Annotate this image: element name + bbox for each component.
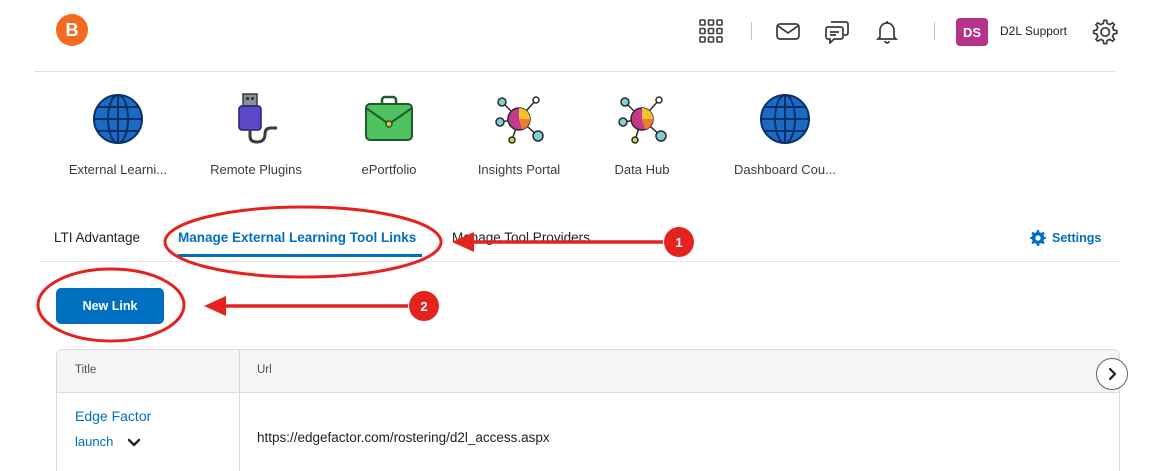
- annotation-arrow-2: [204, 296, 408, 316]
- tool-label: Data Hub: [614, 162, 670, 177]
- column-header-url[interactable]: Url: [257, 364, 272, 376]
- tab-manage-external-links[interactable]: Manage External Learning Tool Links: [178, 230, 416, 245]
- brand-logo[interactable]: B: [56, 14, 88, 46]
- table-header: Title Url: [57, 350, 1119, 393]
- tool-tile-data-hub[interactable]: Data Hub: [572, 92, 712, 177]
- tool-label: Dashboard Cou...: [734, 162, 836, 177]
- bell-icon[interactable]: [874, 18, 900, 44]
- navbar-divider: [34, 71, 1116, 72]
- new-link-button[interactable]: New Link: [56, 288, 164, 324]
- settings-link[interactable]: Settings: [1030, 230, 1101, 246]
- tool-label: External Learni...: [68, 162, 168, 177]
- active-tab-indicator: [178, 254, 422, 257]
- nav-separator: [934, 22, 935, 40]
- avatar[interactable]: DS: [956, 18, 988, 46]
- tool-label: Insights Portal: [477, 162, 561, 177]
- tab-lti-advantage[interactable]: LTI Advantage: [54, 230, 140, 245]
- network-pie-icon: [495, 96, 544, 144]
- link-title[interactable]: Edge Factor: [75, 408, 151, 424]
- tab-bar-divider: [40, 261, 1120, 262]
- network-pie-icon: [618, 96, 667, 144]
- gear-icon[interactable]: [1091, 18, 1119, 46]
- globe-icon: [93, 94, 143, 144]
- chevron-down-icon[interactable]: [127, 436, 141, 450]
- globe-icon: [760, 94, 810, 144]
- annotation-badge-1: 1: [664, 227, 694, 257]
- scroll-right-button[interactable]: [1096, 358, 1128, 390]
- tool-tile-external-learning[interactable]: External Learni...: [48, 92, 188, 177]
- top-navbar: B DS D2L Support: [0, 0, 1149, 70]
- grid-icon[interactable]: [698, 18, 724, 44]
- nav-separator: [751, 22, 752, 40]
- link-url: https://edgefactor.com/rostering/d2l_acc…: [257, 430, 550, 445]
- column-header-title[interactable]: Title: [75, 364, 96, 376]
- tool-tile-insights-portal[interactable]: Insights Portal: [449, 92, 589, 177]
- tool-label: Remote Plugins: [210, 162, 302, 177]
- column-divider: [239, 350, 240, 471]
- settings-label: Settings: [1052, 231, 1102, 245]
- plug-icon: [238, 93, 277, 144]
- links-table: Title Url Edge Factor launch https://edg…: [56, 349, 1120, 471]
- annotation-badge-2: 2: [409, 291, 439, 321]
- tool-tile-eportfolio[interactable]: ePortfolio: [319, 92, 459, 177]
- tab-bar: LTI Advantage Manage External Learning T…: [40, 212, 1130, 262]
- mail-icon[interactable]: [775, 18, 801, 44]
- tool-tile-remote-plugins[interactable]: Remote Plugins: [186, 92, 326, 177]
- briefcase-icon: [365, 95, 413, 141]
- chevron-right-icon: [1108, 367, 1117, 381]
- user-name[interactable]: D2L Support: [1000, 24, 1067, 38]
- chat-icon[interactable]: [824, 18, 850, 44]
- launch-link[interactable]: launch: [75, 434, 113, 449]
- tool-tile-dashboard-courses[interactable]: Dashboard Cou...: [715, 92, 855, 177]
- tab-manage-tool-providers[interactable]: Manage Tool Providers: [452, 230, 590, 245]
- tool-label: ePortfolio: [361, 162, 417, 177]
- gear-icon: [1030, 230, 1046, 246]
